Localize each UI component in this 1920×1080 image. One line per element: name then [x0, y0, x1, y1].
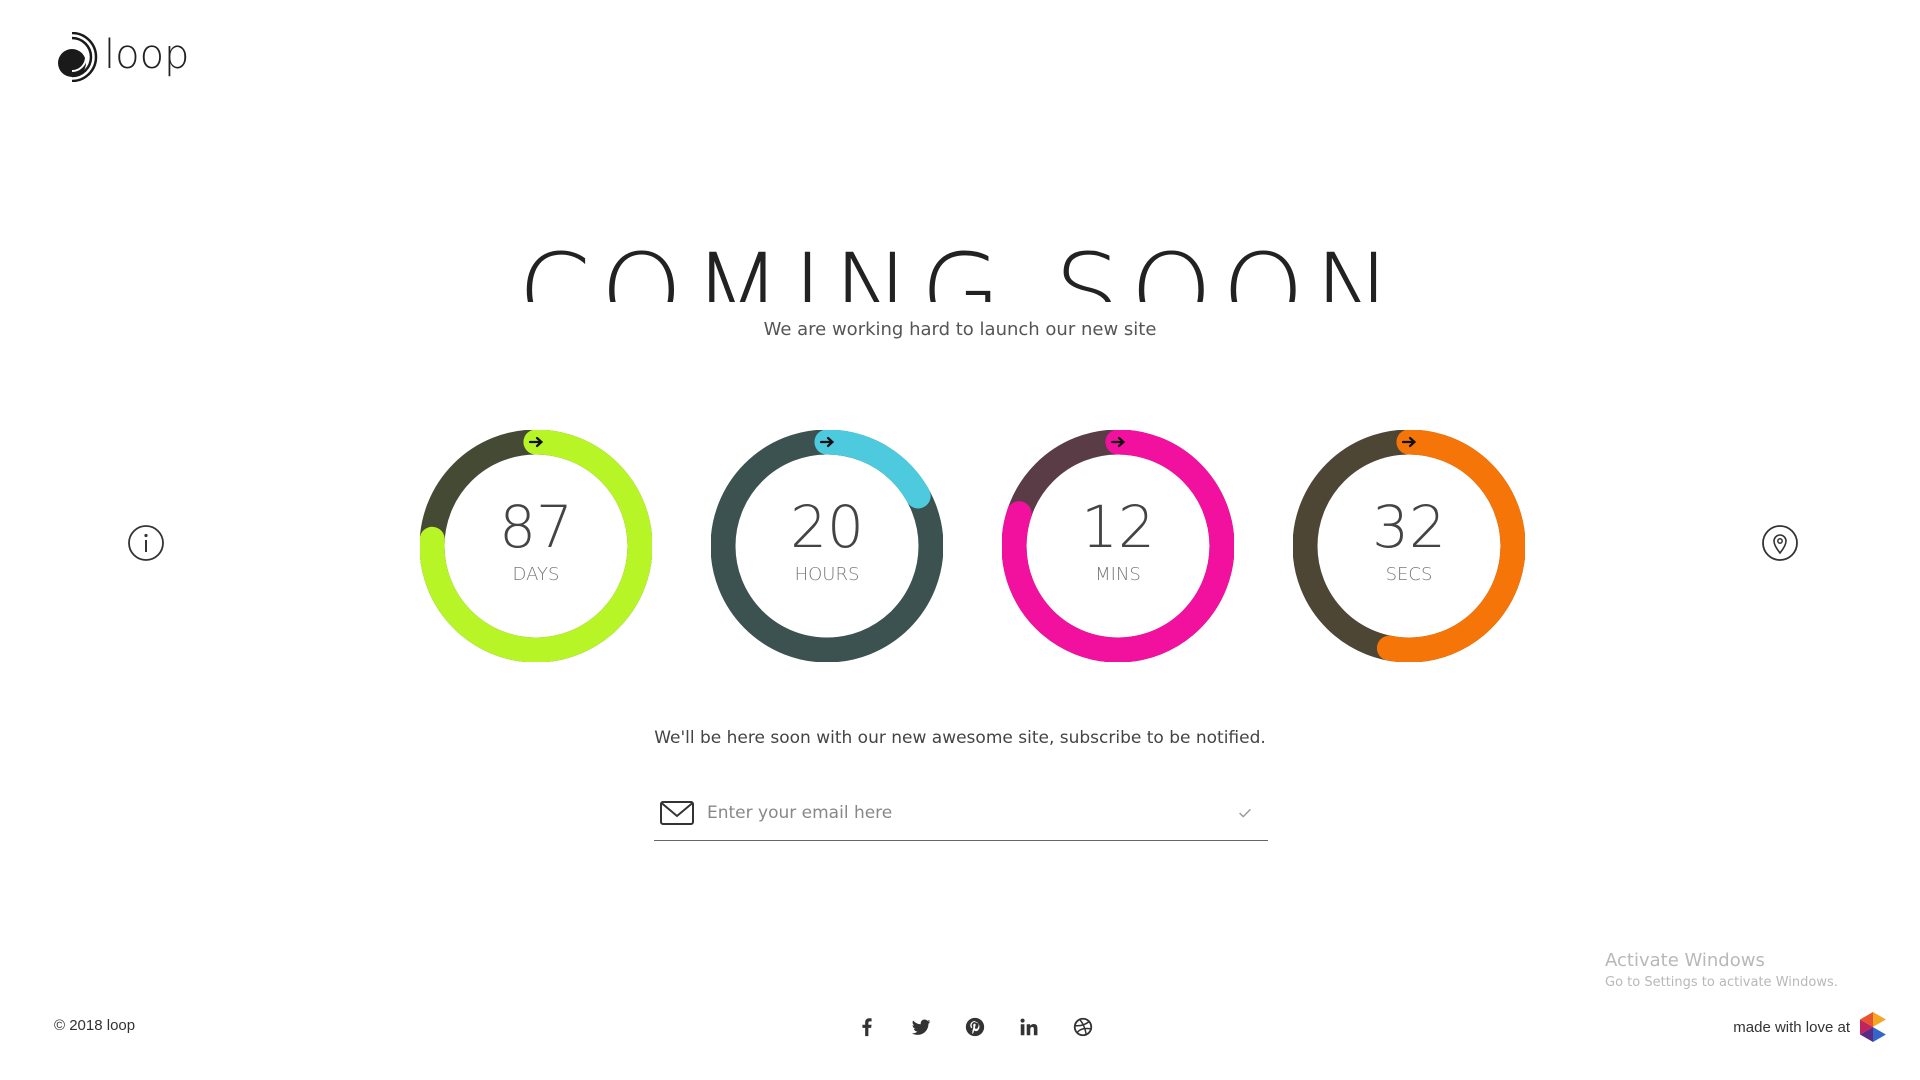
- timer-days: 87 DAYS: [419, 429, 653, 663]
- tagline: We are working hard to launch our new si…: [763, 319, 1157, 340]
- linkedin-link[interactable]: [1002, 1012, 1056, 1042]
- hours-value: 20: [790, 493, 864, 561]
- dribbble-link[interactable]: [1056, 1012, 1110, 1042]
- brand-name: loop: [104, 32, 190, 78]
- brand-logo[interactable]: loop: [54, 32, 189, 82]
- timer-mins: 12 MINS: [1001, 429, 1235, 663]
- made-with-label: made with love at: [1733, 1018, 1850, 1036]
- countdown-timers: 87 DAYS 20 HOURS 12 MINS 32 SECS: [0, 429, 1920, 670]
- hours-label: HOURS: [794, 564, 860, 585]
- subscribe-text: We'll be here soon with our new awesome …: [654, 728, 1266, 748]
- maker-logo-icon[interactable]: [1858, 1011, 1888, 1043]
- secs-value: 32: [1372, 493, 1446, 561]
- linkedin-icon: [1020, 1018, 1038, 1036]
- twitter-icon: [911, 1019, 931, 1035]
- coming-soon-page: loop COMING SOON We are working hard to …: [0, 0, 1920, 1080]
- headline-container: COMING SOON: [0, 240, 1920, 302]
- made-with-love: made with love at: [1733, 1011, 1888, 1043]
- activate-title: Activate Windows: [1605, 950, 1765, 971]
- activate-subtitle: Go to Settings to activate Windows.: [1605, 975, 1838, 990]
- subscribe-form: [654, 786, 1268, 841]
- timer-secs: 32 SECS: [1292, 429, 1526, 663]
- pinterest-link[interactable]: [948, 1012, 1002, 1042]
- activate-windows-watermark: Activate Windows Go to Settings to activ…: [1605, 950, 1838, 990]
- dribbble-icon: [1073, 1017, 1093, 1037]
- copyright: © 2018 loop: [54, 1017, 136, 1034]
- twitter-link[interactable]: [894, 1012, 948, 1042]
- facebook-icon: [862, 1018, 872, 1037]
- facebook-link[interactable]: [840, 1012, 894, 1042]
- email-input[interactable]: [705, 792, 1230, 834]
- social-links: [840, 1012, 1110, 1042]
- days-value: 87: [499, 493, 573, 561]
- pinterest-icon: [965, 1017, 985, 1037]
- secs-label: SECS: [1385, 564, 1433, 585]
- timer-hours: 20 HOURS: [710, 429, 944, 663]
- mins-value: 12: [1081, 493, 1155, 561]
- mins-label: MINS: [1095, 564, 1141, 585]
- loop-logo-icon: [58, 32, 98, 82]
- envelope-icon: [660, 801, 694, 825]
- check-icon: [1239, 808, 1251, 818]
- submit-button[interactable]: [1230, 798, 1260, 828]
- page-title: COMING SOON: [518, 240, 1402, 302]
- days-label: DAYS: [512, 564, 560, 585]
